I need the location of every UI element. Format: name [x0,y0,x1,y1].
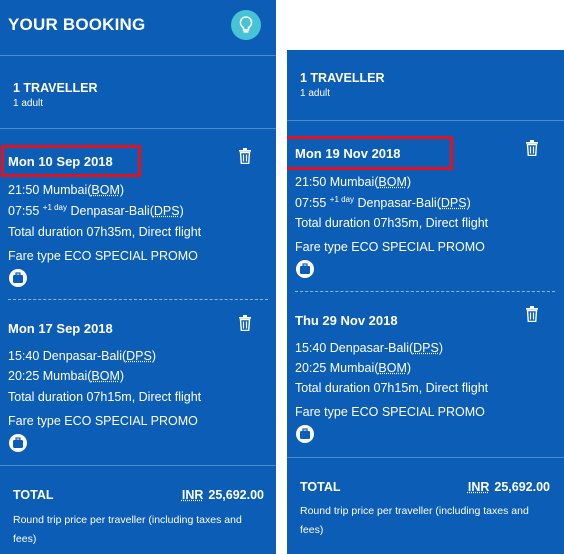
outbound-fare: Fare type ECO SPECIAL PROMO [8,249,198,263]
total-label: TOTAL [300,480,341,494]
return-arrival: 20:25 Mumbai(BOM) [8,369,125,383]
total-price: INR 25,692.00 [181,488,264,502]
outbound-arrival: 07:55 +1 day Denpasar-Bali(DPS) [8,203,184,219]
outbound-fare: Fare type ECO SPECIAL PROMO [295,240,485,254]
return-duration: Total duration 07h15m, Direct flight [295,381,489,395]
trash-icon[interactable] [238,315,252,336]
traveller-count: 1 TRAVELLER [300,71,385,85]
date-highlight [287,136,453,170]
trash-icon[interactable] [238,148,252,169]
return-departure: 15:40 Denpasar-Bali(DPS) [295,341,444,355]
return-date: Mon 17 Sep 2018 [8,321,113,336]
return-fare: Fare type ECO SPECIAL PROMO [8,414,198,428]
return-arrival: 20:25 Mumbai(BOM) [295,361,412,375]
outbound-departure: 21:50 Mumbai(BOM) [8,183,125,197]
outbound-departure: 21:50 Mumbai(BOM) [295,175,412,189]
total-price: INR 25,692.00 [467,480,550,494]
traveller-detail: 1 adult [300,88,331,99]
total-label: TOTAL [13,488,54,502]
booking-panel-right: 1 TRAVELLER 1 adult Mon 19 Nov 2018 21:5… [287,50,564,554]
baggage-icon[interactable] [296,425,314,443]
return-departure: 15:40 Denpasar-Bali(DPS) [8,349,157,363]
divider [287,457,564,458]
price-note: Round trip price per traveller (includin… [300,505,529,536]
outbound-duration: Total duration 07h35m, Direct flight [295,216,489,230]
divider [0,128,276,129]
segment-divider [295,291,555,292]
trash-icon[interactable] [525,306,539,327]
booking-panel-left: YOUR BOOKING 1 TRAVELLER 1 adult Mon 10 … [0,0,276,554]
trash-icon[interactable] [525,140,539,161]
divider [0,465,276,466]
baggage-icon[interactable] [9,434,27,452]
return-duration: Total duration 07h15m, Direct flight [8,390,202,404]
outbound-duration: Total duration 07h35m, Direct flight [8,225,202,239]
return-date: Thu 29 Nov 2018 [295,313,398,328]
divider [287,120,564,121]
return-fare: Fare type ECO SPECIAL PROMO [295,405,485,419]
outbound-arrival: 07:55 +1 day Denpasar-Bali(DPS) [295,195,471,211]
date-highlight [1,145,141,177]
baggage-icon[interactable] [9,269,27,287]
lightbulb-icon[interactable] [231,10,261,40]
booking-title: YOUR BOOKING [8,15,146,34]
traveller-detail: 1 adult [13,98,44,109]
divider [0,55,276,56]
segment-divider [8,299,268,300]
traveller-count: 1 TRAVELLER [13,81,98,95]
price-note: Round trip price per traveller (includin… [13,514,242,545]
baggage-icon[interactable] [296,260,314,278]
